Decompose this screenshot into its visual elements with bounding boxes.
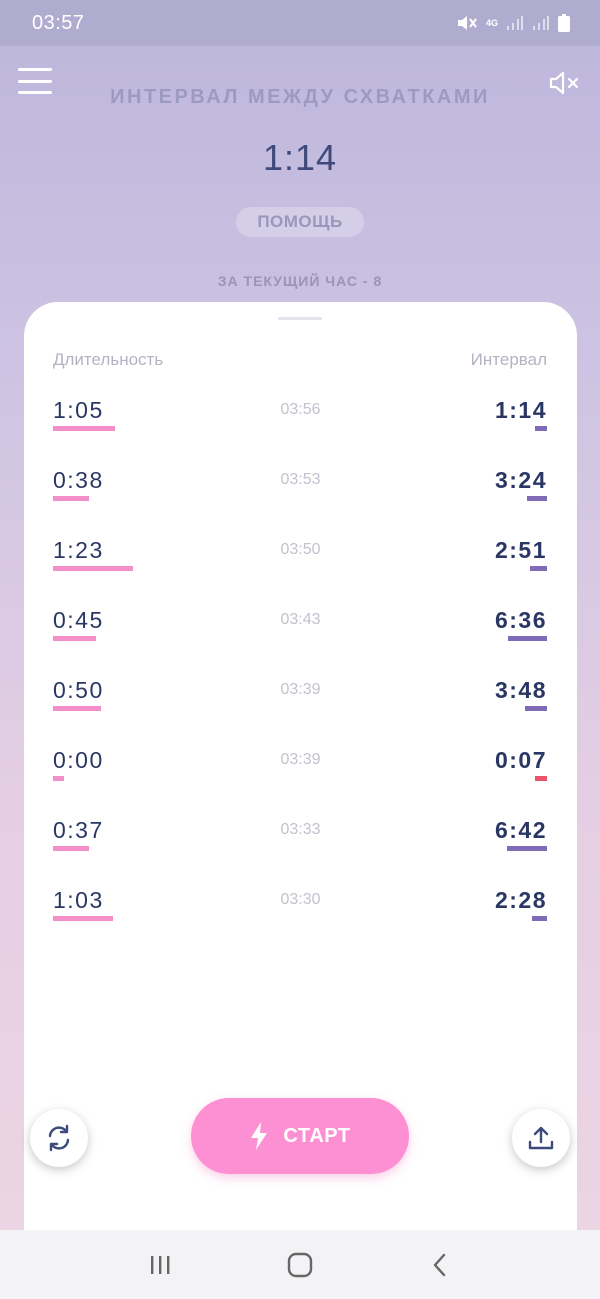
interval-bar bbox=[532, 916, 547, 921]
duration-bar bbox=[53, 496, 89, 501]
interval-column-header: Интервал bbox=[470, 350, 547, 369]
duration-bar bbox=[53, 566, 133, 571]
start-label: СТАРТ bbox=[283, 1124, 351, 1147]
interval-value: 1:14 bbox=[494, 397, 547, 423]
duration-bar bbox=[53, 426, 115, 431]
status-icons: 4G bbox=[456, 13, 570, 33]
interval-bar bbox=[535, 776, 547, 781]
help-button[interactable]: ПОМОЩЬ bbox=[236, 207, 364, 237]
network-type: 4G bbox=[485, 18, 498, 28]
interval-value: 2:51 bbox=[494, 537, 547, 563]
contraction-row[interactable]: 0:45 03:43 6:36 bbox=[24, 607, 577, 667]
menu-icon-line bbox=[18, 79, 52, 83]
signal-icon bbox=[506, 15, 524, 31]
duration-bar bbox=[53, 846, 89, 851]
duration-bar bbox=[53, 776, 64, 781]
home-button[interactable] bbox=[280, 1245, 320, 1285]
signal-icon-2 bbox=[532, 15, 550, 31]
duration-bar bbox=[53, 636, 96, 641]
mute-icon bbox=[456, 13, 478, 33]
interval-value: 2:28 bbox=[494, 887, 547, 913]
contraction-row[interactable]: 1:23 03:50 2:51 bbox=[24, 537, 577, 597]
contraction-row[interactable]: 0:37 03:33 6:42 bbox=[24, 817, 577, 877]
status-time: 03:57 bbox=[32, 11, 85, 34]
back-button[interactable] bbox=[420, 1245, 460, 1285]
reset-button[interactable] bbox=[30, 1109, 88, 1167]
contraction-row[interactable]: 1:03 03:30 2:28 bbox=[24, 887, 577, 947]
menu-icon-line bbox=[18, 68, 52, 71]
interval-bar bbox=[507, 846, 547, 851]
interval-value: 3:24 bbox=[494, 467, 547, 493]
system-nav-bar bbox=[0, 1230, 600, 1299]
drag-handle[interactable] bbox=[278, 317, 322, 320]
refresh-icon bbox=[48, 1124, 70, 1152]
duration-column-header: Длительность bbox=[53, 350, 164, 369]
interval-bar bbox=[535, 426, 547, 431]
duration-bar bbox=[53, 916, 113, 921]
page-title: ИНТЕРВАЛ МЕЖДУ СХВАТКАМИ bbox=[110, 86, 490, 108]
recent-apps-icon bbox=[151, 1255, 170, 1274]
start-button[interactable]: СТАРТ bbox=[191, 1098, 409, 1174]
contraction-row[interactable]: 0:50 03:39 3:48 bbox=[24, 677, 577, 737]
duration-bar bbox=[53, 706, 101, 711]
interval-value: 0:07 bbox=[494, 747, 547, 773]
interval-bar bbox=[530, 566, 547, 571]
lightning-icon bbox=[251, 1122, 268, 1150]
share-button[interactable] bbox=[512, 1109, 570, 1167]
status-bar: 03:57 4G bbox=[0, 0, 600, 46]
interval-value: 6:36 bbox=[494, 607, 547, 633]
home-icon bbox=[287, 1252, 313, 1277]
battery-icon bbox=[558, 14, 570, 32]
current-interval: 1:14 bbox=[262, 137, 338, 178]
contraction-row[interactable]: 1:05 03:56 1:14 bbox=[24, 397, 577, 457]
upload-icon bbox=[528, 1126, 554, 1150]
back-icon bbox=[433, 1253, 446, 1276]
interval-bar bbox=[525, 706, 547, 711]
interval-value: 3:48 bbox=[494, 677, 547, 703]
interval-bar bbox=[508, 636, 547, 641]
interval-bar bbox=[527, 496, 547, 501]
contraction-row[interactable]: 0:00 03:39 0:07 bbox=[24, 747, 577, 807]
interval-value: 6:42 bbox=[494, 817, 547, 843]
hour-count: ЗА ТЕКУЩИЙ ЧАС - 8 bbox=[217, 273, 383, 289]
contraction-row[interactable]: 0:38 03:53 3:24 bbox=[24, 467, 577, 527]
recent-apps-button[interactable] bbox=[140, 1245, 180, 1285]
